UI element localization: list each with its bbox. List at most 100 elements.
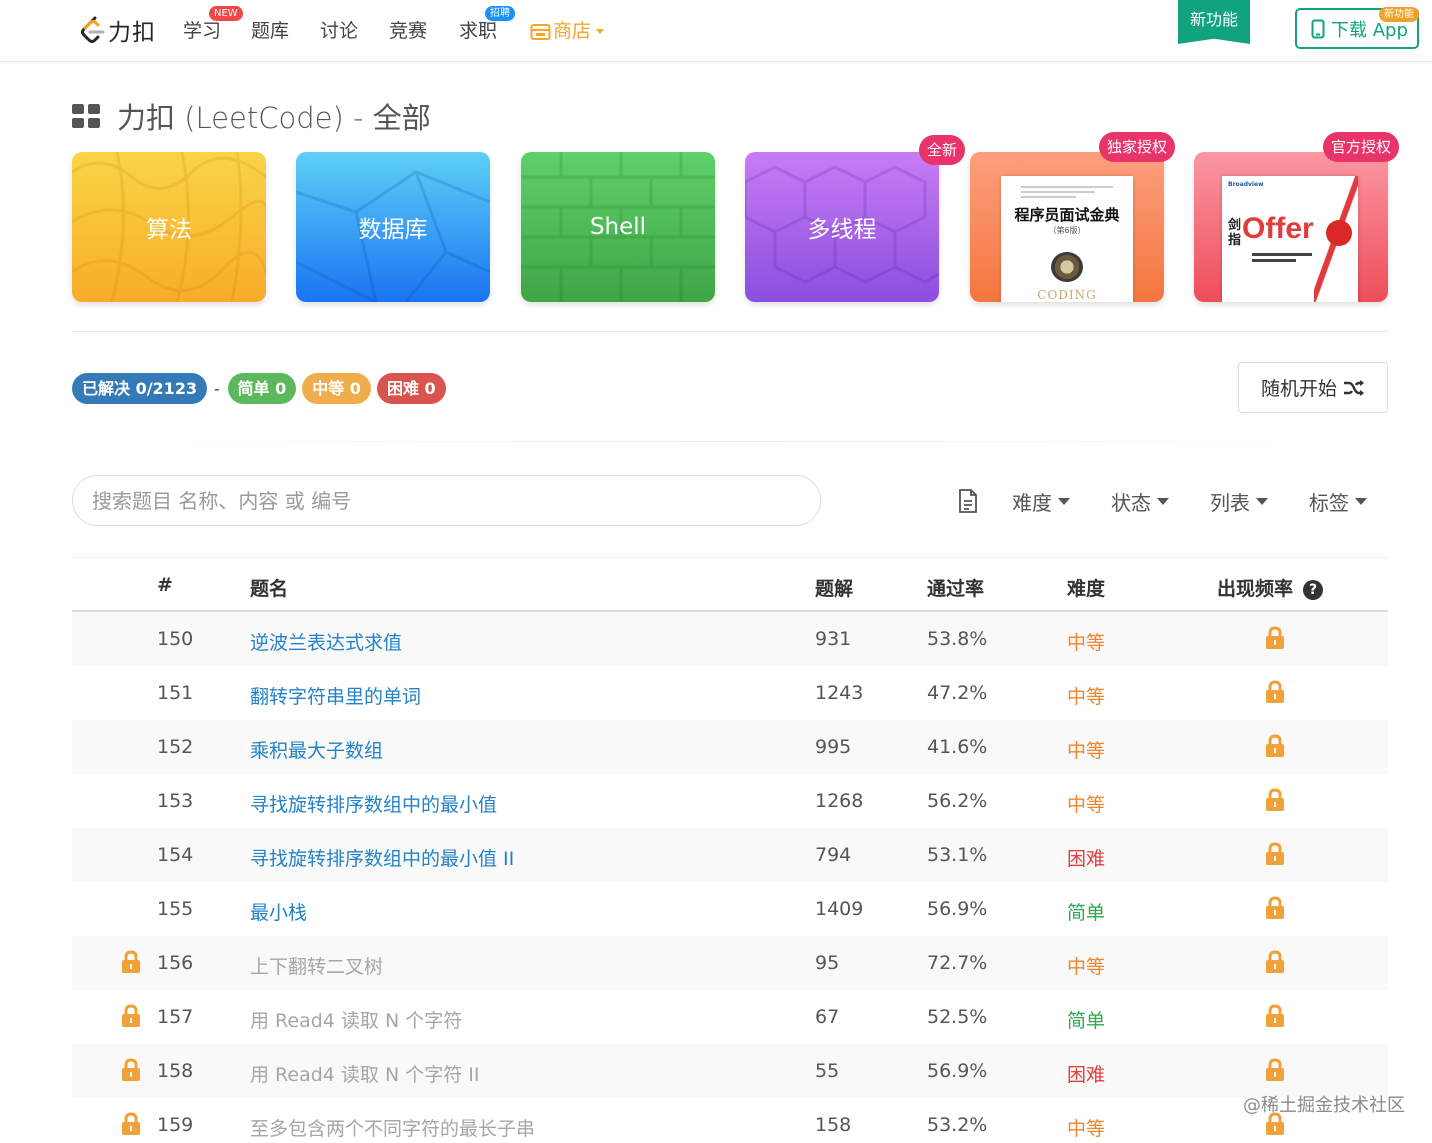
- solution-count: 1268: [815, 790, 864, 812]
- table-row: 151 翻转字符串里的单词 1243 47.2% 中等: [72, 666, 1388, 720]
- frequency-lock[interactable]: [1264, 734, 1286, 758]
- phone-icon: [1311, 19, 1325, 38]
- header-difficulty[interactable]: 难度: [1067, 574, 1105, 601]
- header-acceptance[interactable]: 通过率: [927, 574, 984, 601]
- card-concurrency[interactable]: 多线程: [745, 152, 939, 302]
- filter-tags[interactable]: 标签: [1309, 487, 1367, 515]
- nav-item-store[interactable]: 商店: [530, 17, 605, 45]
- frequency-lock[interactable]: [1264, 896, 1286, 920]
- frequency-lock[interactable]: [1264, 680, 1286, 704]
- book-title: 程序员面试金典: [1014, 206, 1120, 224]
- lock-icon: [1266, 896, 1284, 919]
- problem-title-link[interactable]: 最小栈: [250, 898, 307, 925]
- new-feature-ribbon[interactable]: 新功能: [1178, 0, 1250, 44]
- problem-title-link[interactable]: 用 Read4 读取 N 个字符: [250, 1006, 462, 1033]
- lock-icon: [122, 1004, 140, 1027]
- help-icon[interactable]: ?: [1303, 580, 1324, 600]
- watermark: @稀土掘金技术社区: [1243, 1095, 1405, 1116]
- solution-count: 1243: [815, 682, 864, 704]
- solved-count-badge: 已解决 0/2123: [72, 373, 208, 404]
- page-title-row: 力扣 (LeetCode) - 全部: [72, 96, 431, 136]
- card-algorithms[interactable]: 算法: [72, 152, 266, 302]
- lock-icon: [1266, 842, 1284, 865]
- header-frequency[interactable]: 出现频率?: [1217, 574, 1324, 601]
- book-footer: CODING: [1037, 288, 1097, 302]
- filter-difficulty[interactable]: 难度: [1012, 487, 1070, 515]
- frequency-lock[interactable]: [1264, 626, 1286, 650]
- table-row: 159 至多包含两个不同字符的最长子串 158 53.2% 中等: [72, 1098, 1388, 1143]
- table-header: # 题名 题解 通过率 难度 出现频率?: [72, 557, 1388, 612]
- filter-status[interactable]: 状态: [1111, 487, 1169, 515]
- table-body: 150 逆波兰表达式求值 931 53.8% 中等 151 翻转字符串里的单词 1243 47…: [72, 612, 1388, 1143]
- search-input[interactable]: [72, 475, 821, 526]
- progress-summary: 已解决 0/2123 - 简单 0 中等 0 困难 0: [72, 373, 452, 404]
- lock-icon: [122, 950, 140, 973]
- nav-item-contest[interactable]: 竞赛: [389, 17, 427, 45]
- problem-id: 151: [157, 682, 194, 704]
- solution-count: 55: [815, 1060, 840, 1082]
- table-row: 155 最小栈 1409 56.9% 简单: [72, 882, 1388, 936]
- problem-title-link[interactable]: 至多包含两个不同字符的最长子串: [250, 1114, 535, 1141]
- table-row: 154 寻找旋转排序数组中的最小值 II 794 53.1% 困难: [72, 828, 1388, 882]
- new-badge: NEW: [209, 6, 243, 21]
- nav-item-learn[interactable]: 学习 NEW: [183, 6, 243, 45]
- section-divider: [72, 331, 1388, 332]
- lock-icon: [122, 1112, 140, 1135]
- problem-title-link[interactable]: 寻找旋转排序数组中的最小值 II: [250, 844, 514, 871]
- problem-title-link[interactable]: 用 Read4 读取 N 个字符 II: [250, 1060, 479, 1087]
- acceptance-rate: 53.8%: [927, 628, 988, 650]
- difficulty-label: 中等: [1067, 740, 1106, 762]
- card-tag-new: 全新: [919, 135, 966, 165]
- difficulty-label: 中等: [1067, 956, 1106, 978]
- problem-title-link[interactable]: 乘积最大子数组: [250, 736, 383, 763]
- nav-item-discuss[interactable]: 讨论: [320, 17, 358, 45]
- card-book-sword-offer[interactable]: Broadview 剑指 Offer: [1194, 152, 1388, 302]
- difficulty-label: 简单: [1067, 1010, 1106, 1032]
- problem-title-link[interactable]: 逆波兰表达式求值: [250, 628, 402, 655]
- problem-title-link[interactable]: 翻转字符串里的单词: [250, 682, 421, 709]
- acceptance-rate: 41.6%: [927, 736, 988, 758]
- frequency-lock[interactable]: [1264, 950, 1286, 974]
- problem-id: 152: [157, 736, 194, 758]
- document-icon[interactable]: [958, 489, 978, 513]
- grid-icon: [72, 104, 100, 128]
- table-row: 152 乘积最大子数组 995 41.6% 中等: [72, 720, 1388, 774]
- nav-item-label: 题库: [251, 20, 290, 42]
- card-book-cracking-coding[interactable]: 程序员面试金典 （第6版） CODING: [970, 152, 1164, 302]
- frequency-lock[interactable]: [1264, 1058, 1286, 1082]
- header-solutions[interactable]: 题解: [815, 574, 853, 601]
- frequency-lock[interactable]: [1264, 788, 1286, 812]
- difficulty-label: 中等: [1067, 686, 1106, 708]
- solution-count: 995: [815, 736, 852, 758]
- acceptance-rate: 56.9%: [927, 1060, 988, 1082]
- acceptance-rate: 72.7%: [927, 952, 988, 974]
- problem-title-link[interactable]: 上下翻转二叉树: [250, 952, 383, 979]
- lock-icon: [1266, 626, 1284, 649]
- nav-item-jobs[interactable]: 求职 招聘: [459, 6, 515, 45]
- solution-count: 1409: [815, 898, 864, 920]
- filter-list[interactable]: 列表: [1210, 487, 1268, 515]
- card-shell[interactable]: Shell: [521, 152, 715, 302]
- lock-icon: [1266, 734, 1284, 757]
- random-pick-button[interactable]: 随机开始: [1238, 362, 1388, 413]
- download-app-button[interactable]: 下载 App 新功能: [1295, 7, 1419, 49]
- problem-id: 159: [157, 1114, 194, 1136]
- problem-id: 154: [157, 844, 194, 866]
- card-label: 数据库: [358, 217, 428, 243]
- header-title[interactable]: 题名: [250, 574, 288, 601]
- frequency-lock[interactable]: [1264, 1004, 1286, 1028]
- card-database[interactable]: 数据库: [296, 152, 490, 302]
- header-id[interactable]: #: [157, 574, 173, 596]
- solution-count: 794: [815, 844, 852, 866]
- card-label: Shell: [589, 214, 647, 240]
- problem-title-link[interactable]: 寻找旋转排序数组中的最小值: [250, 790, 497, 817]
- random-pick-label: 随机开始: [1260, 378, 1337, 400]
- card-label: 多线程: [807, 217, 877, 243]
- frequency-lock[interactable]: [1264, 842, 1286, 866]
- page-title: 力扣 (LeetCode) - 全部: [117, 101, 431, 135]
- hiring-badge: 招聘: [485, 6, 515, 21]
- premium-lock: [120, 1058, 142, 1082]
- nav-item-problems[interactable]: 题库: [251, 17, 289, 45]
- logo[interactable]: 力扣: [78, 13, 156, 47]
- problem-table: # 题名 题解 通过率 难度 出现频率? 150 逆波兰表达式求值 931 53.8%…: [72, 557, 1388, 1143]
